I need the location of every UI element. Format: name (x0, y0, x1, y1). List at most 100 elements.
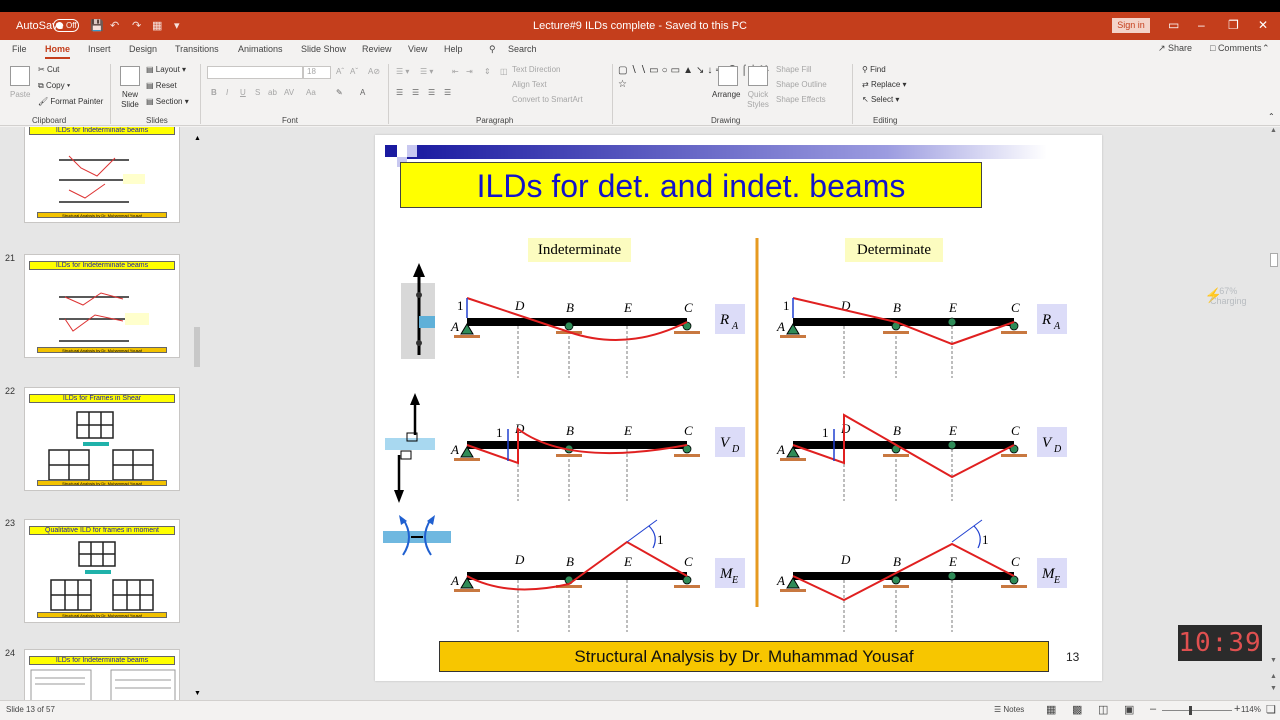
slide-footer[interactable]: Structural Analysis by Dr. Muhammad Yous… (439, 641, 1049, 672)
next-slide-icon[interactable]: ▼ (1270, 685, 1277, 692)
format-painter-button[interactable]: 🖌 Format Painter (38, 97, 103, 106)
character-spacing-icon[interactable]: AV (284, 88, 294, 97)
align-left-icon[interactable]: ☰ (396, 88, 403, 97)
slide-scrollbar[interactable]: ▲ ▼ ▲ ▼ (1268, 127, 1280, 700)
slide-thumbnail-23[interactable]: 23 Qualitative ILD for frames in moment … (5, 518, 180, 623)
zoom-level[interactable]: 114% (1241, 705, 1261, 714)
arrange-button[interactable]: Arrange (712, 90, 740, 99)
scroll-down-icon[interactable]: ▼ (194, 690, 201, 697)
thumbnails-scrollbar[interactable]: ▲ ▼ (193, 135, 201, 697)
tab-review[interactable]: Review (362, 44, 392, 54)
ribbon-expand-icon[interactable]: ⌃ (1262, 43, 1270, 54)
text-direction-button[interactable]: Text Direction (512, 65, 560, 74)
convert-smartart-button[interactable]: Convert to SmartArt (512, 95, 583, 104)
find-button[interactable]: ⚲ Find (862, 65, 886, 74)
slide-thumbnail-24[interactable]: 24 ILDs for Indeterminate beams (5, 648, 180, 700)
slide-thumbnail-21[interactable]: 21 ILDs for Indeterminate beams Structur… (5, 253, 180, 358)
change-case-icon[interactable]: Aa (306, 88, 316, 97)
scroll-down-icon[interactable]: ▼ (1270, 657, 1277, 664)
strikethrough-icon[interactable]: S (255, 88, 260, 97)
reset-button[interactable]: ▤ Reset (146, 81, 177, 90)
zoom-slider[interactable] (1162, 710, 1232, 711)
thumbnails-scroll-thumb[interactable] (194, 327, 200, 367)
columns-icon[interactable]: ◫ (500, 67, 508, 76)
slide[interactable]: ILDs for det. and indet. beams Indetermi… (375, 135, 1102, 681)
align-right-icon[interactable]: ☰ (428, 88, 435, 97)
align-text-button[interactable]: Align Text (512, 80, 547, 89)
shape-fill-button[interactable]: Shape Fill (776, 65, 812, 74)
share-button[interactable]: ↗ Share (1158, 43, 1192, 54)
tab-transitions[interactable]: Transitions (175, 44, 219, 54)
clear-formatting-icon[interactable]: A⊘ (368, 67, 380, 76)
slide-sorter-icon[interactable]: ▩ (1072, 703, 1082, 716)
arrange-icon[interactable] (718, 66, 738, 86)
unit-label: 1 (982, 532, 989, 547)
comments-button[interactable]: □ Comments (1210, 43, 1261, 53)
bullets-icon[interactable]: ☰ ▾ (396, 67, 409, 76)
scroll-up-icon[interactable]: ▲ (1270, 127, 1277, 134)
close-icon[interactable]: ✕ (1258, 18, 1268, 32)
font-color-icon[interactable]: A (360, 88, 365, 97)
zoom-slider-thumb[interactable] (1189, 706, 1192, 715)
new-slide-button[interactable]: New Slide (117, 90, 143, 110)
tab-view[interactable]: View (408, 44, 427, 54)
tab-file[interactable]: File (12, 44, 27, 54)
new-slide-icon[interactable] (120, 66, 140, 86)
increase-indent-icon[interactable]: ⇥ (466, 67, 473, 76)
underline-icon[interactable]: U (240, 88, 246, 97)
normal-view-icon[interactable]: ▦ (1046, 703, 1056, 716)
notes-button[interactable]: ☰ Notes (994, 705, 1024, 714)
align-center-icon[interactable]: ☰ (412, 88, 419, 97)
restore-icon[interactable]: ❐ (1228, 18, 1239, 32)
section-button[interactable]: ▤ Section ▾ (146, 97, 189, 106)
copy-button[interactable]: ⧉ Copy ▾ (38, 81, 70, 91)
increase-font-size-icon[interactable]: Aˆ (336, 67, 344, 76)
shadow-icon[interactable]: ab (268, 88, 277, 97)
quick-styles-button[interactable]: Quick Styles (744, 90, 772, 110)
line-spacing-icon[interactable]: ⇕ (484, 67, 491, 76)
zoom-in-icon[interactable]: + (1234, 703, 1240, 715)
shape-outline-button[interactable]: Shape Outline (776, 80, 827, 89)
highlight-icon[interactable]: ✎ (336, 88, 343, 97)
numbering-icon[interactable]: ☰ ▾ (420, 67, 433, 76)
roller-support (1009, 575, 1019, 585)
decrease-indent-icon[interactable]: ⇤ (452, 67, 459, 76)
moment-release-sketch (383, 515, 451, 556)
font-name-box[interactable] (207, 66, 303, 79)
sign-in-button[interactable]: Sign in (1112, 18, 1150, 33)
search-box[interactable]: Search (508, 44, 537, 54)
decrease-font-size-icon[interactable]: Aˇ (350, 67, 358, 76)
font-size-box[interactable]: 18 (303, 66, 331, 79)
slide-thumbnail-22[interactable]: 22 ILDs for Frames in Shear Structural A… (5, 386, 180, 491)
tab-help[interactable]: Help (444, 44, 463, 54)
quick-styles-icon[interactable] (748, 66, 768, 86)
tab-slide-show[interactable]: Slide Show (301, 44, 346, 54)
tab-insert[interactable]: Insert (88, 44, 111, 54)
tab-home[interactable]: Home (45, 44, 71, 59)
collapse-ribbon-icon[interactable]: ⌃ (1268, 112, 1275, 121)
select-button[interactable]: ↖ Select ▾ (862, 95, 899, 104)
replace-button[interactable]: ⇄ Replace ▾ (862, 80, 907, 89)
scroll-up-icon[interactable]: ▲ (194, 135, 201, 142)
paste-icon[interactable] (10, 66, 30, 86)
justify-icon[interactable]: ☰ (444, 88, 451, 97)
minimize-icon[interactable]: – (1198, 18, 1205, 32)
tab-animations[interactable]: Animations (238, 44, 283, 54)
slide-scroll-thumb[interactable] (1270, 253, 1278, 267)
search-icon[interactable]: ⚲ (489, 44, 496, 55)
previous-slide-icon[interactable]: ▲ (1270, 673, 1277, 680)
slide-thumbnail-20[interactable]: ILDs for Indeterminate beams Structural … (24, 127, 180, 223)
ribbon-display-icon[interactable]: ▭ (1168, 18, 1179, 32)
shape-effects-button[interactable]: Shape Effects (776, 95, 826, 104)
slide-show-icon[interactable]: ▣ (1124, 703, 1134, 716)
fit-to-window-icon[interactable]: ❏ (1266, 703, 1276, 716)
bold-icon[interactable]: B (211, 88, 217, 97)
shapes-gallery[interactable]: ▢∖∖▭○▭▲↘↓⇒◯⌠⌡{}☆ (618, 64, 769, 110)
reading-view-icon[interactable]: ◫ (1098, 703, 1108, 716)
zoom-out-icon[interactable]: – (1150, 703, 1156, 715)
paste-button[interactable]: Paste (10, 90, 30, 99)
tab-design[interactable]: Design (129, 44, 157, 54)
italic-icon[interactable]: I (226, 88, 228, 97)
cut-button[interactable]: ✂ Cut (38, 65, 59, 74)
layout-button[interactable]: ▤ Layout ▾ (146, 65, 186, 74)
